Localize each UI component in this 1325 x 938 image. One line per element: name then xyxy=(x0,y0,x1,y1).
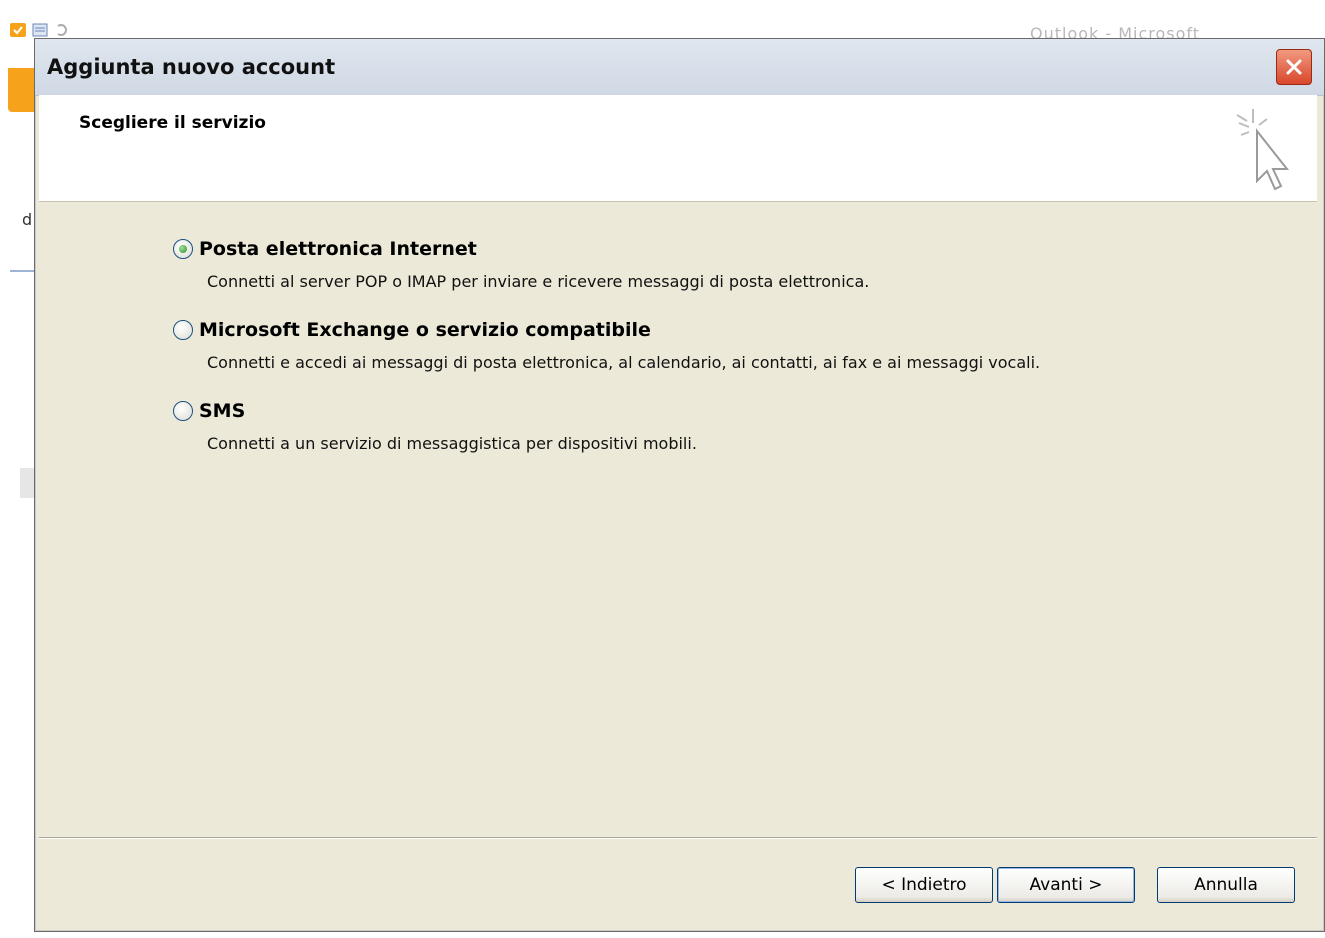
option-label[interactable]: Posta elettronica Internet xyxy=(199,238,477,260)
service-options: Posta elettronica Internet Connetti al s… xyxy=(39,202,1317,838)
option-internet-email: Posta elettronica Internet Connetti al s… xyxy=(173,238,869,291)
option-exchange: Microsoft Exchange o servizio compatibil… xyxy=(173,319,1040,372)
radio-internet-email[interactable] xyxy=(173,239,193,259)
footer-separator xyxy=(39,837,1317,839)
option-description: Connetti al server POP o IMAP per inviar… xyxy=(207,272,870,291)
dialog-title: Aggiunta nuovo account xyxy=(47,55,336,79)
radio-row-internet-email[interactable]: Posta elettronica Internet xyxy=(173,238,869,260)
page-title: Scegliere il servizio xyxy=(79,113,266,133)
back-button[interactable]: < Indietro xyxy=(855,867,993,903)
wizard-cursor-icon xyxy=(1236,109,1290,191)
close-icon xyxy=(1286,59,1302,75)
radio-selected-dot xyxy=(179,245,187,253)
radio-row-exchange[interactable]: Microsoft Exchange o servizio compatibil… xyxy=(173,319,1040,341)
radio-sms[interactable] xyxy=(173,401,193,421)
wizard-header: Scegliere il servizio xyxy=(39,95,1317,202)
option-description: Connetti a un servizio di messaggistica … xyxy=(207,434,697,453)
option-label[interactable]: Microsoft Exchange o servizio compatibil… xyxy=(199,319,651,341)
option-label[interactable]: SMS xyxy=(199,400,245,422)
cancel-button[interactable]: Annulla xyxy=(1157,867,1295,903)
next-button[interactable]: Avanti > xyxy=(997,867,1135,903)
background-text-fragment: d xyxy=(22,210,33,229)
quick-access-toolbar xyxy=(10,22,70,38)
radio-row-sms[interactable]: SMS xyxy=(173,400,697,422)
dialog-titlebar[interactable]: Aggiunta nuovo account xyxy=(35,39,1324,96)
close-button[interactable] xyxy=(1276,49,1312,85)
send-receive-icon[interactable] xyxy=(32,23,48,37)
add-account-dialog: Aggiunta nuovo account Scegliere il serv… xyxy=(34,38,1325,932)
outlook-logo-icon xyxy=(10,23,26,37)
undo-icon[interactable] xyxy=(54,23,70,37)
option-sms: SMS Connetti a un servizio di messaggist… xyxy=(173,400,697,453)
radio-exchange[interactable] xyxy=(173,320,193,340)
option-description: Connetti e accedi ai messaggi di posta e… xyxy=(207,353,1041,372)
